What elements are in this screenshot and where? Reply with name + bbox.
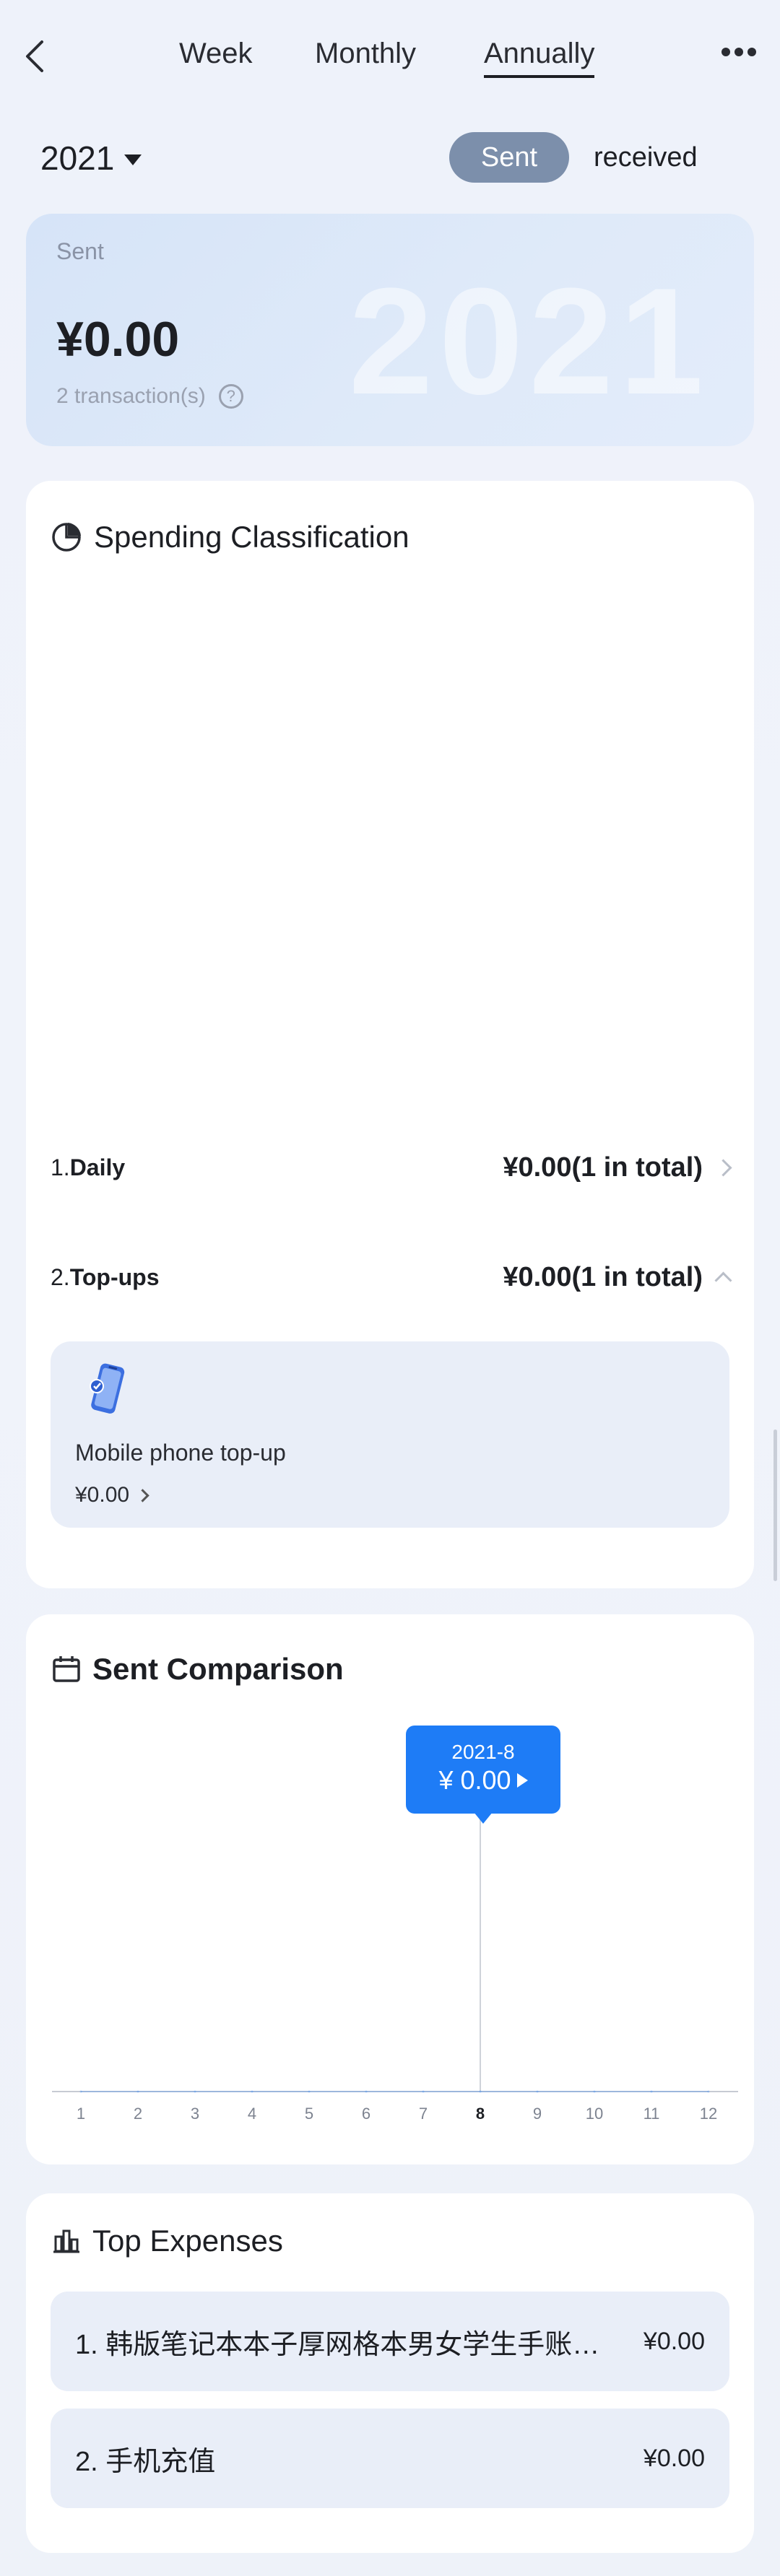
spending-classification-title: Spending Classification <box>94 520 410 554</box>
data-point <box>650 2090 653 2093</box>
transaction-count-text: 2 transaction(s) <box>56 384 206 408</box>
received-toggle-button[interactable]: received <box>594 132 698 183</box>
summary-amount: ¥0.00 <box>56 312 180 367</box>
chevron-up-icon <box>714 1271 732 1289</box>
sent-comparison-title: Sent Comparison <box>92 1652 344 1686</box>
scrollbar[interactable] <box>774 1430 777 1581</box>
category-name: Top-ups <box>69 1264 160 1290</box>
category-amount: ¥0.00(1 in total) <box>503 1262 703 1292</box>
category-index: 2. <box>51 1264 70 1290</box>
top-expense-amount: ¥0.00 <box>643 2444 705 2472</box>
x-tick-label: 10 <box>586 2105 603 2123</box>
top-expense-name: 2. 手机充值 <box>75 2446 216 2477</box>
data-point <box>251 2090 254 2093</box>
x-tick-label: 6 <box>362 2105 370 2123</box>
tooltip-pointer <box>474 1812 493 1824</box>
help-icon[interactable]: ? <box>218 384 243 409</box>
tab-annually[interactable]: Annually <box>484 33 595 78</box>
summary-card: 2021 Sent ¥0.00 2 transaction(s) ? <box>26 214 754 446</box>
top-expenses-title: Top Expenses <box>92 2224 283 2258</box>
x-tick-label: 3 <box>191 2105 199 2123</box>
sent-toggle-button[interactable]: Sent <box>449 132 569 183</box>
calendar-icon <box>53 1656 80 1682</box>
tooltip-value: ¥ 0.00 <box>438 1765 511 1795</box>
sub-item-name: Mobile phone top-up <box>75 1440 286 1466</box>
sent-comparison-chart[interactable]: 1 2 3 4 5 6 7 8 9 10 11 12 <box>52 1805 741 2137</box>
x-tick-label: 1 <box>77 2105 85 2123</box>
chevron-right-icon <box>714 1159 732 1177</box>
transaction-count: 2 transaction(s) ? <box>56 384 243 409</box>
data-point <box>707 2090 710 2093</box>
data-point <box>593 2090 596 2093</box>
year-watermark: 2021 <box>348 256 709 426</box>
mobile-phone-icon <box>90 1363 125 1414</box>
category-amount: ¥0.00(1 in total) <box>503 1152 703 1183</box>
sent-comparison-header: Sent Comparison <box>52 1652 344 1687</box>
top-expense-item[interactable]: 1. 韩版笔记本本子厚网格本男女学生手账… ¥0.00 <box>51 2292 729 2391</box>
summary-label: Sent <box>56 238 104 264</box>
x-tick-label: 5 <box>305 2105 313 2123</box>
x-tick-label: 12 <box>700 2105 717 2123</box>
tooltip-period: 2021-8 <box>451 1741 515 1763</box>
sub-item-amount-row: ¥0.00 <box>75 1483 150 1507</box>
play-arrow-icon <box>516 1773 528 1788</box>
data-point <box>79 2090 82 2093</box>
data-point <box>194 2090 196 2093</box>
category-row-top-ups[interactable]: 2.Top-ups ¥0.00(1 in total) <box>51 1262 732 1293</box>
category-row-daily[interactable]: 1.Daily ¥0.00(1 in total) <box>51 1152 732 1183</box>
chart-tooltip[interactable]: 2021-8 ¥ 0.00 <box>406 1726 560 1814</box>
spending-classification-header: Spending Classification <box>51 520 410 554</box>
pie-chart-icon <box>52 523 81 552</box>
data-point <box>422 2090 425 2093</box>
top-expenses-header: Top Expenses <box>52 2224 283 2258</box>
bar-chart-icon <box>53 2229 79 2253</box>
dropdown-triangle-icon <box>124 154 142 165</box>
data-point <box>308 2090 311 2093</box>
data-point <box>365 2090 368 2093</box>
sub-item-amount: ¥0.00 <box>75 1483 130 1507</box>
x-tick-label: 9 <box>533 2105 542 2123</box>
chevron-right-icon <box>136 1488 150 1502</box>
top-expense-amount: ¥0.00 <box>643 2327 705 2355</box>
x-tick-label: 8 <box>476 2105 485 2123</box>
more-options-icon[interactable] <box>721 45 757 59</box>
sub-item-mobile-top-up[interactable] <box>51 1341 729 1528</box>
x-tick-label: 11 <box>644 2105 660 2123</box>
category-index: 1. <box>51 1154 70 1180</box>
top-expense-item[interactable]: 2. 手机充值 ¥0.00 <box>51 2409 729 2508</box>
year-value: 2021 <box>40 139 115 177</box>
top-expense-name: 1. 韩版笔记本本子厚网格本男女学生手账… <box>75 2329 600 2360</box>
data-point <box>536 2090 539 2093</box>
x-tick-label: 2 <box>134 2105 142 2123</box>
data-point <box>479 2090 482 2093</box>
tab-monthly[interactable]: Monthly <box>315 33 416 74</box>
x-tick-label: 7 <box>419 2105 428 2123</box>
category-name: Daily <box>69 1154 126 1180</box>
data-point <box>136 2090 139 2093</box>
back-arrow-icon[interactable] <box>20 38 52 75</box>
year-selector[interactable]: 2021 <box>40 134 142 182</box>
x-tick-label: 4 <box>248 2105 256 2123</box>
tab-week[interactable]: Week <box>179 33 253 74</box>
